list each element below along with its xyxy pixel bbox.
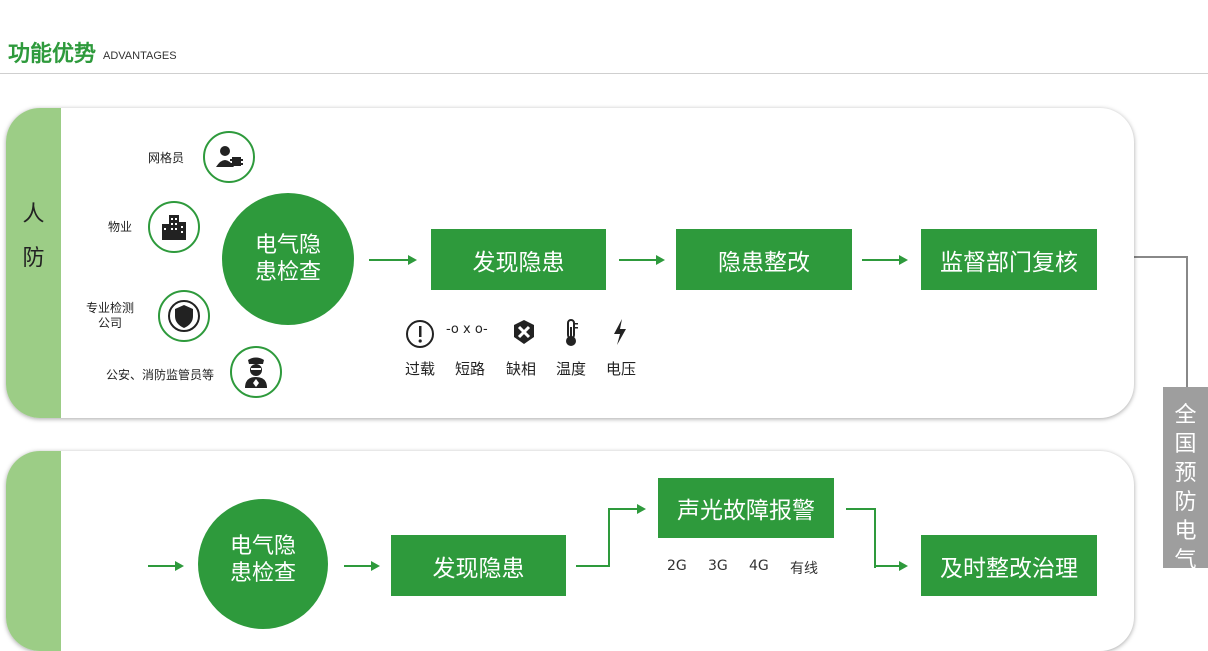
right-summary-bar: 全 国 预 防 电 气 [1163,387,1208,573]
flow-arrow [862,259,900,261]
arrow-head-icon [899,255,908,265]
police-icon [230,346,282,398]
network-4g: 4G [749,558,769,574]
grid-worker-icon [203,131,255,183]
panel-side-strip [6,451,61,651]
timely-rectification-box: 及时整改治理 [921,535,1097,596]
phase-loss-icon [510,318,538,350]
flow-arrow [148,565,176,567]
branch-line [874,508,876,568]
connector-vertical [1186,256,1188,388]
arrow-head-icon [637,504,646,514]
right-bar-char: 国 [1174,432,1197,457]
flow-arrow [344,565,372,567]
step-discover-hazard: 发现隐患 [431,229,606,290]
branch-line [608,508,638,510]
alarm-box: 声光故障报警 [658,478,834,538]
thermometer-icon [562,318,580,352]
arrow-head-icon [371,561,380,571]
role-label-inspection-company: 专业检测 公司 [85,301,134,330]
network-2g: 2G [667,558,687,574]
inspection-circle-2: 电气隐 患检查 [198,499,328,629]
right-bar-char: 气 [1174,548,1197,573]
step-discover-hazard-2: 发现隐患 [391,535,566,596]
voltage-icon [611,318,629,350]
role-label-property: 物业 [107,220,132,234]
right-bar-char: 电 [1174,519,1197,544]
inspection-circle: 电气隐 患检查 [222,193,354,325]
fault-label-temperature: 温度 [555,360,586,378]
short-circuit-icon: -o x o- [446,322,488,337]
flow-arrow [619,259,657,261]
step-rectify-hazard: 隐患整改 [676,229,852,290]
right-bar-char: 防 [1174,490,1197,515]
fault-label-voltage: 电压 [605,360,636,378]
overload-icon [405,319,435,353]
right-bar-char: 预 [1174,461,1197,486]
branch-line [576,565,610,567]
role-label-grid-worker: 网格员 [147,151,184,165]
connector-horizontal [1134,256,1188,258]
shield-icon [158,290,210,342]
side-label-char: 防 [22,246,45,271]
side-label-char: 人 [22,202,45,227]
arrow-head-icon [656,255,665,265]
role-label-police-fire: 公安、消防监管员等 [105,368,214,382]
branch-line [874,565,900,567]
fault-label-overload: 过载 [404,360,435,378]
arrow-head-icon [175,561,184,571]
section-title: 功能优势 [8,42,97,67]
arrow-head-icon [408,255,417,265]
network-wired: 有线 [790,561,818,577]
branch-line [608,508,610,567]
right-bar-char: 全 [1174,403,1197,428]
header-divider [0,73,1208,74]
building-icon [148,201,200,253]
network-3g: 3G [708,558,728,574]
fault-label-phase-loss: 缺相 [505,360,536,378]
arrow-head-icon [899,561,908,571]
panel-side-strip: 人 防 [6,108,61,418]
flow-arrow [369,259,409,261]
section-subtitle: ADVANTAGES [103,50,177,62]
fault-label-short-circuit: 短路 [454,360,485,378]
branch-line [846,508,876,510]
step-supervision-review: 监督部门复核 [921,229,1097,290]
